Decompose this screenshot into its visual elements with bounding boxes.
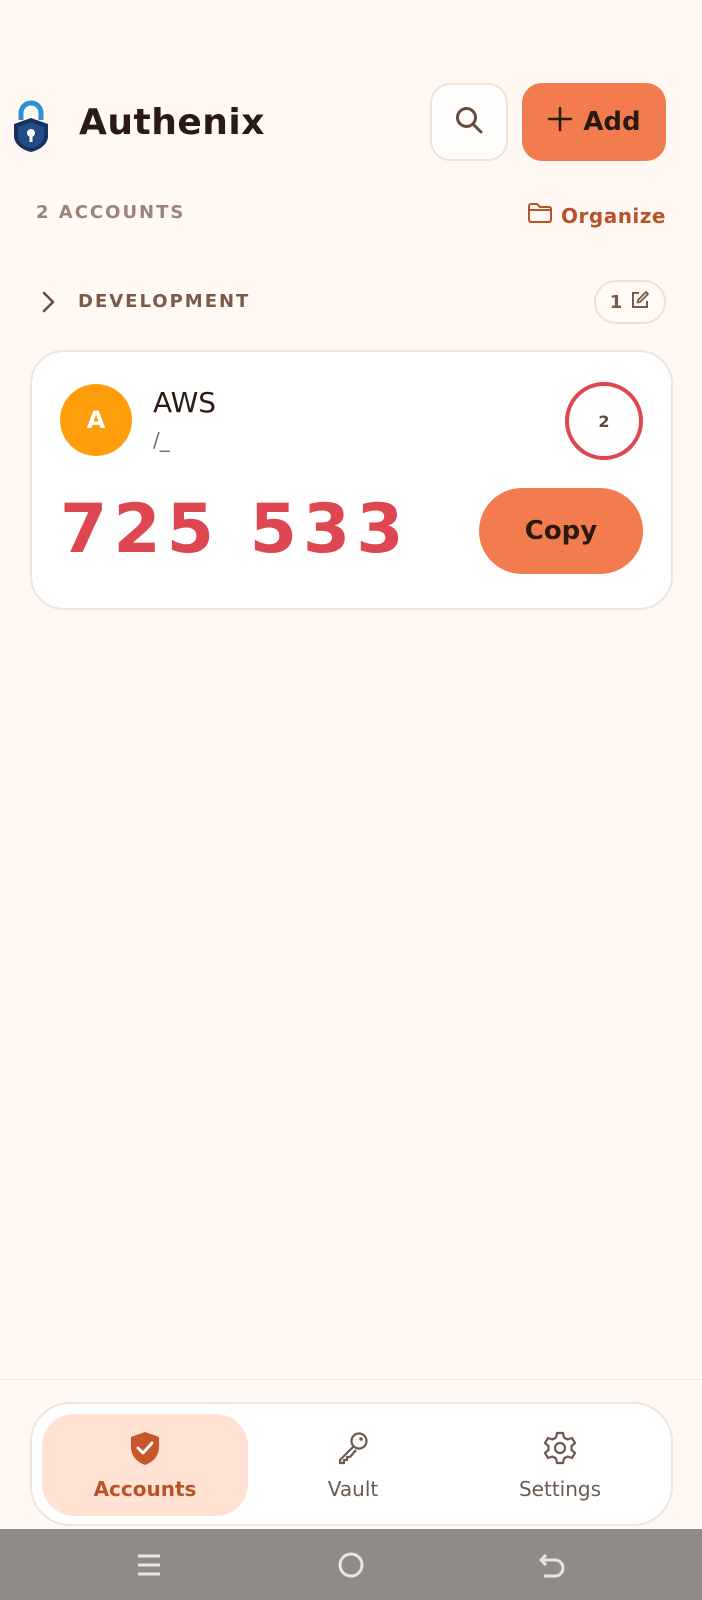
accounts-count: 2 ACCOUNTS xyxy=(36,202,186,223)
countdown-timer: 2 xyxy=(565,382,643,460)
chevron-right-icon xyxy=(40,290,56,318)
system-nav-bar xyxy=(0,1529,702,1600)
add-button[interactable]: Add xyxy=(522,83,666,161)
lock-logo-icon xyxy=(12,100,50,152)
add-button-label: Add xyxy=(583,107,641,137)
group-edit-badge[interactable]: 1 xyxy=(594,280,666,324)
menu-icon[interactable] xyxy=(136,1551,162,1583)
otp-code[interactable]: 725 533 xyxy=(60,490,410,569)
edit-icon xyxy=(630,290,650,315)
key-icon xyxy=(335,1430,371,1471)
group-name: DEVELOPMENT xyxy=(78,291,251,312)
shield-check-icon xyxy=(127,1430,163,1471)
copy-button[interactable]: Copy xyxy=(479,488,643,574)
nav-item-settings[interactable]: Settings xyxy=(457,1414,663,1516)
search-icon xyxy=(454,105,484,139)
home-icon[interactable] xyxy=(337,1551,365,1583)
nav-label-settings: Settings xyxy=(518,1476,602,1501)
folder-icon xyxy=(527,202,553,229)
app-title: Authenix xyxy=(79,102,265,143)
copy-button-label: Copy xyxy=(524,516,598,546)
nav-item-vault[interactable]: Vault xyxy=(250,1414,456,1516)
back-icon[interactable] xyxy=(538,1551,566,1583)
timer-seconds: 2 xyxy=(598,411,610,431)
organize-label: Organize xyxy=(561,203,666,228)
search-button[interactable] xyxy=(430,83,508,161)
gear-icon xyxy=(542,1430,578,1471)
nav-label-vault: Vault xyxy=(327,1476,379,1501)
account-name: AWS xyxy=(153,386,217,419)
nav-divider xyxy=(0,1379,702,1380)
organize-button[interactable]: Organize xyxy=(527,202,666,229)
nav-item-accounts[interactable]: Accounts xyxy=(42,1414,248,1516)
group-count: 1 xyxy=(609,291,623,313)
app-header: Authenix Add xyxy=(0,80,702,162)
plus-icon xyxy=(547,106,573,139)
group-header-development[interactable]: DEVELOPMENT 1 xyxy=(36,280,666,324)
account-subtitle: /_ xyxy=(153,428,170,452)
nav-label-accounts: Accounts xyxy=(93,1476,197,1501)
account-card[interactable]: A AWS /_ 2 725 533 Copy xyxy=(30,350,673,610)
account-avatar: A xyxy=(60,384,132,456)
bottom-nav: Accounts Vault Settings xyxy=(30,1402,673,1526)
